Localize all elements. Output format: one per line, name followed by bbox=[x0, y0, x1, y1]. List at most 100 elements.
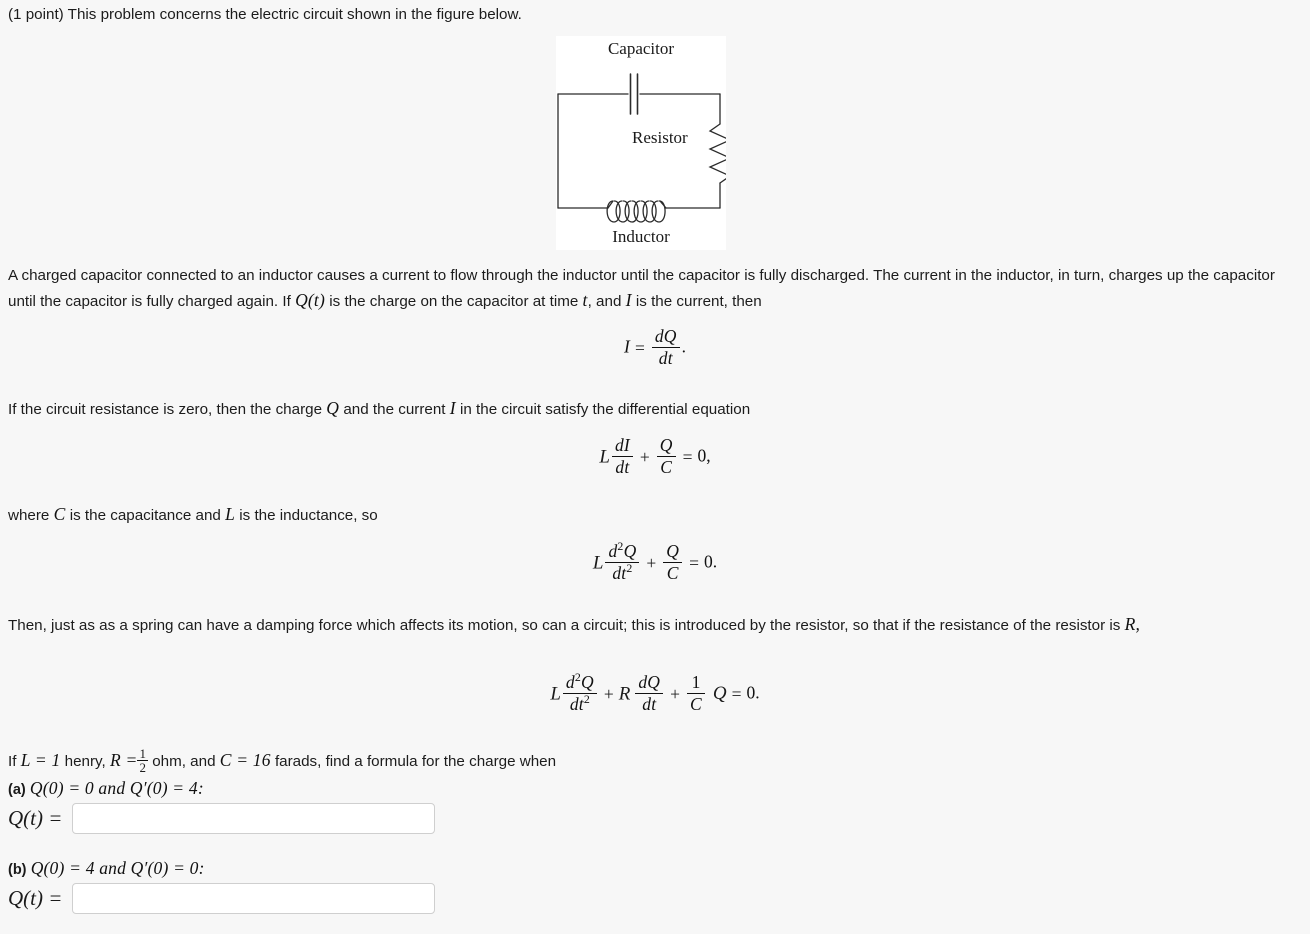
part-a-answer-input[interactable] bbox=[72, 803, 436, 834]
part-b-tag: (b) bbox=[8, 862, 27, 878]
paragraph-zero-resistance: If the circuit resistance is zero, then … bbox=[8, 396, 1296, 422]
eq4-numerator-3: 1 bbox=[687, 673, 705, 694]
eq4-plus-1: + bbox=[603, 683, 614, 704]
paragraph-charged-capacitor: A charged capacitor connected to an indu… bbox=[8, 263, 1296, 314]
para3-text-b: is the capacitance and bbox=[69, 507, 221, 524]
eq4-rhs: 0. bbox=[746, 682, 760, 703]
eq3-den-dt: dt bbox=[612, 562, 627, 583]
eq4-fraction-d2q-dt2: d2Q dt2 bbox=[562, 671, 597, 714]
part-b-answer-label: Q(t) = bbox=[8, 886, 63, 910]
para4-text-a: Then, just as as a spring can have a dam… bbox=[8, 617, 1121, 634]
para3-symbol-l: L bbox=[225, 504, 236, 524]
eq2-rhs: 0, bbox=[697, 445, 711, 466]
paragraph-capacitance-inductance: where C is the capacitance and L is the … bbox=[8, 502, 1296, 528]
equation-rlc-second-order: Ld2Q dt2 + RdQ dt +1 C Q = 0. bbox=[8, 671, 1302, 715]
problem-page: (1 point) This problem concerns the elec… bbox=[0, 0, 1310, 934]
eq3-plus: + bbox=[646, 552, 657, 573]
eq3-numerator: d2Q bbox=[605, 540, 640, 563]
eq4-num-d: d bbox=[565, 672, 575, 692]
eq4-numerator: d2Q bbox=[562, 671, 597, 694]
part-b-answer-row: Q(t) = bbox=[8, 883, 436, 914]
para2-text-b: and the current bbox=[343, 401, 446, 418]
eq2-equals: = bbox=[682, 446, 693, 467]
part-a-initial-conditions: Q(0) = 0 and Q′(0) = 4: bbox=[29, 778, 204, 798]
part-b-conditions: (b) Q(0) = 4 and Q′(0) = 0: bbox=[8, 858, 205, 879]
equation-lc-second-order: Ld2Q dt2 + Q C = 0. bbox=[8, 540, 1302, 584]
circuit-figure: Capacitor Resistor Inductor bbox=[556, 36, 732, 250]
para2-symbol-q: Q bbox=[326, 398, 340, 418]
given-farads-unit: farads, find a formula for the charge wh… bbox=[274, 753, 557, 770]
part-a-tag: (a) bbox=[8, 782, 26, 798]
part-a-conditions: (a) Q(0) = 0 and Q′(0) = 4: bbox=[8, 778, 204, 799]
para2-symbol-i: I bbox=[449, 398, 456, 418]
eq4-denominator-2: dt bbox=[642, 693, 657, 714]
eq4-numerator-2: dQ bbox=[635, 673, 664, 694]
given-ohm-unit: ohm, and bbox=[152, 753, 216, 770]
eq2-denominator: dt bbox=[615, 456, 630, 477]
paragraph-damping-resistor: Then, just as as a spring can have a dam… bbox=[8, 612, 1296, 638]
eq2-coefficient-l: L bbox=[599, 446, 610, 468]
eq3-fraction-d2q-dt2: d2Q dt2 bbox=[605, 540, 640, 583]
eq4-coefficient-l: L bbox=[550, 683, 561, 705]
given-inductance: L = 1 bbox=[20, 750, 61, 770]
eq3-numerator-2: Q bbox=[663, 542, 683, 563]
eq4-denominator-3: C bbox=[690, 693, 702, 714]
eq2-numerator: dI bbox=[611, 436, 633, 457]
eq3-rhs: 0. bbox=[704, 551, 718, 572]
eq1-lhs: I bbox=[623, 336, 630, 357]
eq2-plus: + bbox=[639, 446, 650, 467]
part-b-answer-input[interactable] bbox=[72, 883, 436, 914]
eq4-fraction-1-c: 1C bbox=[687, 673, 705, 714]
eq2-numerator-2: Q bbox=[656, 436, 676, 457]
given-henry-unit: henry, bbox=[64, 753, 106, 770]
eq2-denominator-2: C bbox=[660, 456, 673, 477]
part-b-initial-conditions: Q(0) = 4 and Q′(0) = 0: bbox=[30, 858, 205, 878]
equation-current-definition: I = dQ dt. bbox=[8, 327, 1302, 369]
para1-text-c: , and bbox=[587, 293, 622, 310]
eq4-denominator: dt2 bbox=[563, 693, 597, 714]
given-if: If bbox=[8, 753, 17, 770]
eq4-equals: = bbox=[731, 683, 742, 704]
para2-text-a: If the circuit resistance is zero, then … bbox=[8, 401, 323, 418]
eq1-equals: = bbox=[634, 337, 645, 358]
eq3-coefficient-l: L bbox=[592, 552, 604, 574]
problem-statement-header: (1 point) This problem concerns the elec… bbox=[8, 2, 522, 27]
eq1-period: . bbox=[681, 336, 687, 357]
points-label: (1 point) bbox=[8, 6, 64, 23]
eq4-variable-q: Q bbox=[712, 683, 727, 705]
given-resistance: R = bbox=[109, 750, 138, 770]
eq2-fraction-di-dt: dI dt bbox=[611, 436, 633, 477]
given-capacitance: C = 16 bbox=[219, 750, 271, 770]
given-resistance-numerator: 1 bbox=[137, 746, 148, 762]
eq1-numerator: dQ bbox=[651, 327, 680, 348]
eq3-num-var: Q bbox=[623, 541, 637, 561]
para3-text-a: where bbox=[8, 507, 50, 524]
given-resistance-denominator: 2 bbox=[139, 760, 146, 776]
given-resistance-fraction: 12 bbox=[137, 747, 148, 774]
para4-symbol-r: R, bbox=[1124, 614, 1141, 634]
eq2-fraction-q-c: QC bbox=[656, 436, 676, 477]
part-a-answer-row: Q(t) = bbox=[8, 803, 436, 834]
para1-symbol-qt: Q(t) bbox=[295, 290, 326, 310]
eq4-fraction-dq-dt: dQ dt bbox=[635, 673, 664, 714]
eq3-fraction-q-c: QC bbox=[663, 542, 683, 583]
resistor-label: Resistor bbox=[632, 128, 688, 147]
eq4-coefficient-r: R bbox=[618, 683, 631, 705]
eq1-fraction: dQ dt bbox=[651, 327, 680, 368]
equation-lc-first-order: LdI dt + Q C = 0, bbox=[8, 436, 1302, 478]
eq3-denominator: dt2 bbox=[605, 561, 639, 583]
para1-symbol-i: I bbox=[625, 290, 632, 310]
inductor-label: Inductor bbox=[612, 227, 670, 246]
para1-text-d: is the current, then bbox=[635, 293, 762, 310]
capacitor-label: Capacitor bbox=[607, 39, 675, 58]
eq3-denominator-2: C bbox=[666, 562, 679, 583]
eq3-den-exponent: 2 bbox=[626, 561, 633, 576]
para3-symbol-c: C bbox=[53, 504, 66, 524]
para1-text-b: is the charge on the capacitor at time bbox=[329, 293, 579, 310]
eq4-den-dt: dt bbox=[569, 693, 584, 714]
para3-text-c: is the inductance, so bbox=[239, 507, 378, 524]
eq1-denominator: dt bbox=[658, 347, 673, 368]
intro-text: This problem concerns the electric circu… bbox=[67, 6, 522, 23]
eq4-num-var: Q bbox=[581, 672, 594, 692]
para2-text-c: in the circuit satisfy the differential … bbox=[460, 401, 751, 418]
